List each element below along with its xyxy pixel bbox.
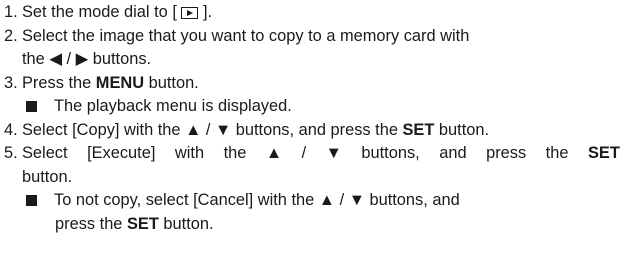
step-4: 4. Select [Copy] with the ▲ / ▼ buttons, … (4, 119, 624, 143)
word: Select (22, 144, 68, 162)
button-name: SET (126, 214, 159, 233)
word: [Execute] (87, 144, 156, 162)
word: / (301, 144, 307, 162)
word: ▲ (265, 144, 283, 162)
step-text: Select [Copy] with the ▲ / ▼ buttons, an… (22, 120, 403, 139)
note-text: press the (55, 214, 127, 233)
step-text-justified: Select [Execute] with the ▲ / ▼ buttons,… (22, 142, 620, 166)
square-bullet-icon (26, 101, 37, 112)
button-name: SET (402, 120, 435, 139)
note-text: To not copy, select [Cancel] with the ▲ … (54, 191, 460, 209)
instruction-list: 1. Set the mode dial to [ ]. 2. Select the… (4, 1, 624, 236)
word: ▼ (325, 144, 342, 162)
step-number: 1. (4, 3, 18, 21)
step-text: Press the (22, 73, 96, 92)
step-1: 1. Set the mode dial to [ ]. (4, 1, 624, 25)
step-5-note: To not copy, select [Cancel] with the ▲ … (4, 189, 624, 213)
step-5-continued: button. (4, 166, 624, 190)
step-number: 5. (4, 144, 18, 162)
square-bullet-icon (26, 195, 37, 206)
step-number: 4. (4, 120, 18, 139)
step-2: 2. Select the image that you want to copy… (4, 25, 624, 49)
step-text: button. (22, 167, 73, 186)
step-3: 3. Press the MENU button. (4, 72, 624, 96)
note-text: The playback menu is displayed. (54, 97, 292, 115)
step-number: 2. (4, 26, 18, 45)
playback-mode-icon (181, 7, 199, 19)
button-name: SET (587, 144, 620, 162)
word: the (545, 144, 569, 162)
step-5-note-continued: press the SET button. (4, 213, 624, 237)
step-text: Select the image that you want to copy t… (22, 26, 470, 45)
word: and (439, 144, 467, 162)
step-text: Set the mode dial to [ (22, 3, 182, 21)
step-text: ]. (198, 3, 213, 21)
word: press (486, 144, 527, 162)
step-2-continued: the ◀ / ▶ buttons. (4, 48, 624, 72)
step-text: button. (434, 120, 490, 139)
word: the (223, 144, 247, 162)
step-text: the ◀ / ▶ buttons. (22, 50, 152, 68)
note-text: button. (158, 214, 214, 233)
step-3-note: The playback menu is displayed. (4, 95, 624, 119)
word: with (174, 144, 205, 162)
word: buttons, (361, 144, 420, 162)
step-text: button. (144, 73, 199, 92)
step-number: 3. (4, 73, 18, 92)
button-name: MENU (95, 73, 145, 92)
step-5: 5. Select [Execute] with the ▲ / ▼ butto… (4, 142, 624, 166)
